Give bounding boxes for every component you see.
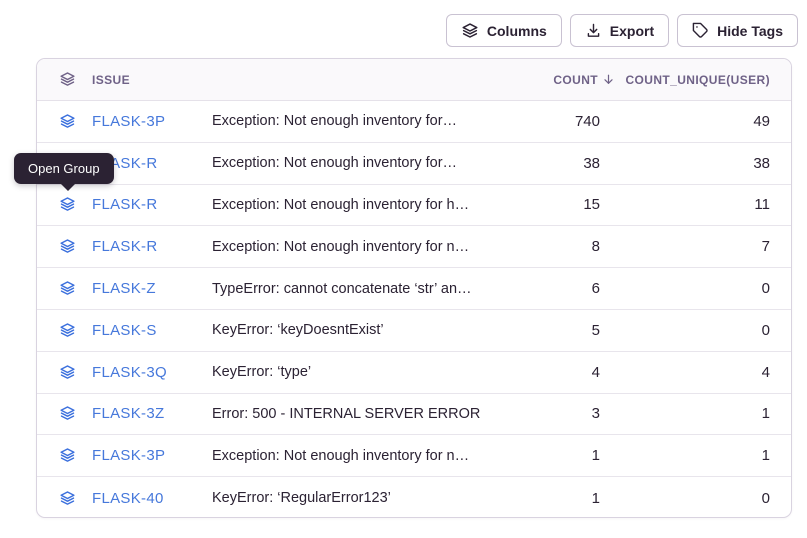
issue-title: KeyError: ‘keyDoesntExist’ [212,322,520,338]
table-row[interactable]: FLASK-R Exception: Not enough inventory … [37,226,791,268]
hide-tags-button[interactable]: Hide Tags [677,14,798,47]
table-row[interactable]: FLASK-Z TypeError: cannot concatenate ‘s… [37,268,791,310]
count-value: 15 [520,196,615,213]
toolbar: Columns Export Hide Tags [446,14,798,47]
issue-id-link[interactable]: FLASK-3P [92,447,165,464]
tooltip-text: Open Group [28,161,100,176]
table-row[interactable]: FLASK-R Exception: Not enough inventory … [37,143,791,185]
issue-layers-icon[interactable] [37,447,92,464]
issue-id-link[interactable]: FLASK-S [92,322,157,339]
download-icon [585,22,602,39]
table-header: ISSUE COUNT COUNT_UNIQUE(USER) [37,59,791,101]
column-header-issue[interactable]: ISSUE [92,73,212,87]
columns-button[interactable]: Columns [446,14,562,47]
count-value: 4 [520,364,615,381]
issue-layers-icon[interactable] [37,196,92,213]
issue-layers-icon[interactable] [37,113,92,130]
issue-id-link[interactable]: FLASK-3Z [92,405,164,422]
issues-table: ISSUE COUNT COUNT_UNIQUE(USER) FLASK-3P … [36,58,792,518]
issue-id-link[interactable]: FLASK-3P [92,113,165,130]
tag-icon [692,22,709,39]
count-unique-value: 7 [615,238,791,255]
table-row[interactable]: FLASK-S KeyError: ‘keyDoesntExist’ 5 0 [37,310,791,352]
header-layers-icon [37,71,92,88]
table-row[interactable]: FLASK-3P Exception: Not enough inventory… [37,435,791,477]
tooltip: Open Group [14,153,114,184]
count-value: 5 [520,322,615,339]
table-body: FLASK-3P Exception: Not enough inventory… [37,101,791,518]
issue-title: Exception: Not enough inventory for h… [212,197,520,213]
layers-icon [461,22,479,40]
issue-layers-icon[interactable] [37,280,92,297]
count-unique-value: 0 [615,490,791,507]
issue-title: KeyError: ‘RegularError123’ [212,490,520,506]
issue-title: Exception: Not enough inventory for n… [212,448,520,464]
issue-id-link[interactable]: FLASK-R [92,238,157,255]
count-unique-value: 49 [615,113,791,130]
table-row[interactable]: FLASK-3P Exception: Not enough inventory… [37,101,791,143]
issue-title: Error: 500 - INTERNAL SERVER ERROR [212,406,520,422]
issue-layers-icon[interactable] [37,405,92,422]
count-unique-value: 1 [615,447,791,464]
count-value: 740 [520,113,615,130]
export-button[interactable]: Export [570,14,669,47]
count-unique-value: 38 [615,155,791,172]
table-row[interactable]: FLASK-40 KeyError: ‘RegularError123’ 1 0 [37,477,791,518]
table-row[interactable]: FLASK-3Z Error: 500 - INTERNAL SERVER ER… [37,394,791,436]
count-value: 8 [520,238,615,255]
count-value: 1 [520,447,615,464]
hide-tags-button-label: Hide Tags [717,23,783,39]
issue-id-link[interactable]: FLASK-Z [92,280,156,297]
column-header-count-unique[interactable]: COUNT_UNIQUE(USER) [615,73,791,87]
issue-layers-icon[interactable] [37,322,92,339]
issue-layers-icon[interactable] [37,490,92,507]
table-row[interactable]: FLASK-R Exception: Not enough inventory … [37,185,791,227]
issue-layers-icon[interactable] [37,238,92,255]
count-unique-value: 0 [615,280,791,297]
column-header-count[interactable]: COUNT [520,73,615,87]
issue-title: Exception: Not enough inventory for… [212,155,520,171]
columns-button-label: Columns [487,23,547,39]
issue-title: Exception: Not enough inventory for… [212,113,520,129]
count-unique-value: 0 [615,322,791,339]
issue-layers-icon[interactable] [37,364,92,381]
issue-id-link[interactable]: FLASK-3Q [92,364,167,381]
issue-id-link[interactable]: FLASK-40 [92,490,164,507]
issue-title: Exception: Not enough inventory for n… [212,239,520,255]
count-value: 38 [520,155,615,172]
count-unique-value: 4 [615,364,791,381]
sort-descending-icon [602,73,615,86]
issue-title: TypeError: cannot concatenate ‘str’ an… [212,281,520,297]
count-unique-value: 11 [615,196,791,213]
table-row[interactable]: FLASK-3Q KeyError: ‘type’ 4 4 [37,352,791,394]
count-unique-value: 1 [615,405,791,422]
issue-id-link[interactable]: FLASK-R [92,196,157,213]
issue-title: KeyError: ‘type’ [212,364,520,380]
export-button-label: Export [610,23,654,39]
count-value: 6 [520,280,615,297]
count-value: 1 [520,490,615,507]
count-value: 3 [520,405,615,422]
